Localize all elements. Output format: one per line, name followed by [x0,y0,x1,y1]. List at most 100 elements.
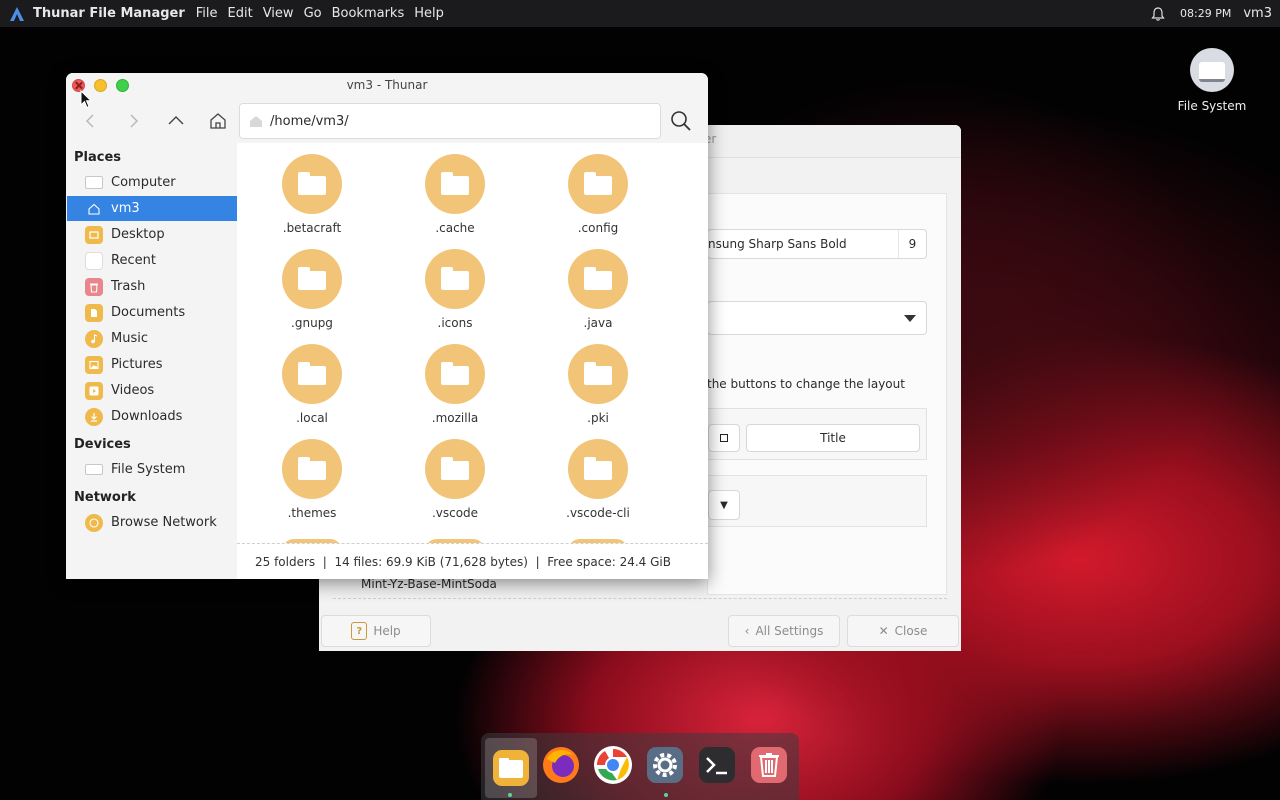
running-indicator [508,793,512,797]
running-indicator [664,793,668,797]
folder-label: .gnupg [291,316,333,330]
folder-item[interactable]: .icons [400,249,510,330]
folder-icon [282,154,342,214]
sidebar-item-label: Computer [111,175,176,190]
folder-item[interactable]: .cache [400,154,510,235]
maximize-icon [720,434,728,442]
folder-icon [282,439,342,499]
theme-dropdown[interactable] [707,301,927,335]
location-bar[interactable]: /home/vm3/ [239,103,661,139]
sidebar-item-desktop[interactable]: Desktop [67,222,237,247]
sidebar-item-music[interactable]: Music [67,326,237,351]
font-size: 9 [898,230,926,258]
close-button[interactable]: ✕ Close [847,615,959,647]
window-minimize-button[interactable] [94,79,107,92]
folder-label: .local [296,411,328,425]
folder-icon [282,344,342,404]
home-button[interactable] [206,109,230,133]
chevron-left-icon [86,114,94,128]
button-layout-box: Title [707,408,927,460]
dock-trash[interactable] [748,744,790,786]
location-path: /home/vm3/ [270,113,349,129]
desktop-icon-file-system[interactable]: File System [1170,48,1254,113]
settings-icon [647,747,683,783]
forward-button[interactable] [121,109,145,133]
chevron-left-icon: ‹ [744,624,750,638]
search-button[interactable] [669,109,693,133]
sidebar-item-downloads[interactable]: Downloads [67,404,237,429]
home-icon [85,200,103,218]
files-icon [493,750,529,786]
folder-item[interactable]: .vscode [400,439,510,520]
menu-edit[interactable]: Edit [228,6,253,21]
maximize-layout-button[interactable] [708,424,740,452]
chrome-icon [594,746,632,784]
help-button[interactable]: ? Help [321,615,431,647]
computer-icon [85,176,103,189]
clock[interactable]: 08:29 PM [1180,7,1231,20]
menu-help[interactable]: Help [414,6,444,21]
sidebar-item-pictures[interactable]: Pictures [67,352,237,377]
parent-folder-button[interactable] [164,109,188,133]
help-icon: ? [351,622,368,640]
back-button[interactable] [79,109,103,133]
dock-chrome[interactable] [592,744,634,786]
folder-item[interactable]: .betacraft [257,154,367,235]
window-maximize-button[interactable] [116,79,129,92]
network-header: Network [74,490,136,505]
sidebar-item-documents[interactable]: Documents [67,300,237,325]
sidebar-item-trash[interactable]: Trash [67,274,237,299]
user-menu[interactable]: vm3 [1243,6,1272,21]
folder-icon [568,344,628,404]
thunar-window: vm3 - Thunar /home/vm3/ Places Computer [66,73,708,579]
title-layout-button[interactable]: Title [746,424,920,452]
help-label: Help [373,624,401,638]
home-icon [210,113,226,129]
folder-label: .vscode-cli [566,506,630,520]
window-title: vm3 - Thunar [346,78,428,92]
menu-view[interactable]: View [263,6,294,21]
sidebar-item-recent[interactable]: Recent [67,248,237,273]
menu-bookmarks[interactable]: Bookmarks [332,6,405,21]
pictures-icon [85,355,103,374]
notification-bell-icon[interactable] [1150,6,1166,22]
top-panel: Thunar File Manager File Edit View Go Bo… [0,0,1280,27]
menu-file[interactable]: File [196,6,218,21]
folder-item[interactable]: .local [257,344,367,425]
folder-item[interactable]: .gnupg [257,249,367,330]
folder-icon [425,344,485,404]
folder-item[interactable]: .mozilla [400,344,510,425]
status-bar: 25 folders | 14 files: 69.9 KiB (71,628 … [237,543,708,579]
dock-firefox[interactable] [540,744,582,786]
folder-item[interactable]: .config [543,154,653,235]
dock-files[interactable] [485,738,537,798]
all-settings-button[interactable]: ‹ All Settings [728,615,840,647]
dock-terminal[interactable] [696,744,738,786]
downloads-icon [85,407,103,426]
folder-icon [568,439,628,499]
window-titlebar[interactable]: vm3 - Thunar [66,73,708,99]
sidebar-item-label: Trash [111,279,146,294]
folder-label: .icons [437,316,473,330]
font-selector[interactable]: nsung Sharp Sans Bold 9 [707,229,927,259]
folder-label: .vscode [431,506,479,520]
menu-go[interactable]: Go [304,6,322,21]
documents-icon [85,303,103,322]
folder-item[interactable]: .themes [257,439,367,520]
sidebar-item-computer[interactable]: Computer [67,170,237,195]
sidebar-item-file-system[interactable]: File System [67,457,237,482]
folder-label: .java [583,316,613,330]
status-text: 25 folders | 14 files: 69.9 KiB (71,628 … [255,554,671,569]
folder-item[interactable]: .vscode-cli [543,439,653,520]
sidebar-item-videos[interactable]: Videos [67,378,237,403]
sidebar-item-vm3[interactable]: vm3 [67,196,237,221]
theme-name: Mint-Yz-Base-MintSoda [361,577,497,591]
dropdown-arrow-button[interactable]: ▼ [708,490,740,520]
sidebar-item-browse-network[interactable]: Browse Network [67,510,237,535]
firefox-icon [543,747,579,783]
dock-settings[interactable] [644,744,686,786]
folder-item[interactable]: .java [543,249,653,330]
chevron-down-icon [904,315,916,322]
videos-icon [85,381,103,400]
folder-item[interactable]: .pki [543,344,653,425]
